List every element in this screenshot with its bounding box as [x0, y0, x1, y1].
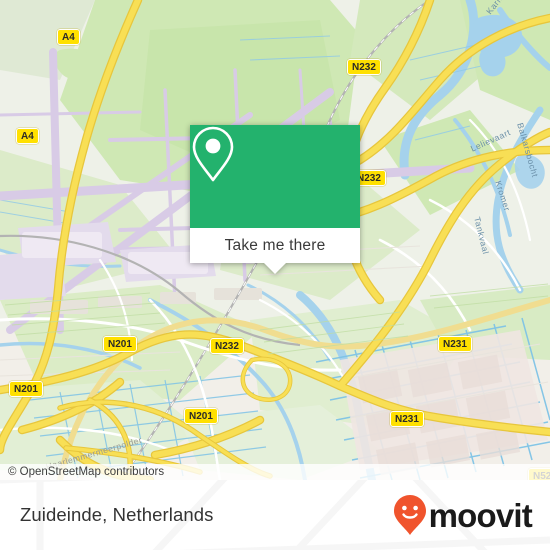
moovit-smiley-pin-icon [393, 495, 426, 535]
moovit-map-screenshot: A4 A4 N232 N232 N201 N232 N231 N201 N201… [0, 0, 550, 550]
road-shield-a4-north: A4 [57, 29, 80, 45]
road-shield-n232-north: N232 [347, 59, 381, 75]
road-shield-n231-south: N231 [390, 411, 424, 427]
location-popup-card[interactable]: Take me there [190, 125, 360, 274]
road-shield-n231-north: N231 [438, 336, 472, 352]
location-title: Zuideinde, Netherlands [20, 504, 214, 525]
road-shield-a4-west: A4 [16, 128, 39, 144]
location-pin-icon [192, 126, 234, 182]
card-footer[interactable]: Take me there [190, 228, 360, 274]
moovit-logo[interactable]: moovit [393, 494, 533, 536]
map-canvas[interactable]: A4 A4 N232 N232 N201 N232 N231 N201 N201… [0, 0, 550, 480]
footer-bar: Zuideinde, Netherlands moovit [0, 480, 550, 550]
road-shield-n201-west: N201 [9, 381, 43, 397]
road-shield-n201-north: N201 [103, 336, 137, 352]
card-pointer-triangle [264, 263, 286, 274]
road-shield-n232-south: N232 [210, 338, 244, 354]
card-header [190, 125, 360, 228]
take-me-there-label: Take me there [224, 236, 326, 254]
moovit-wordmark: moovit [428, 496, 533, 534]
road-shield-n201-south: N201 [184, 408, 218, 424]
map-attribution[interactable]: © OpenStreetMap contributors [0, 464, 550, 480]
